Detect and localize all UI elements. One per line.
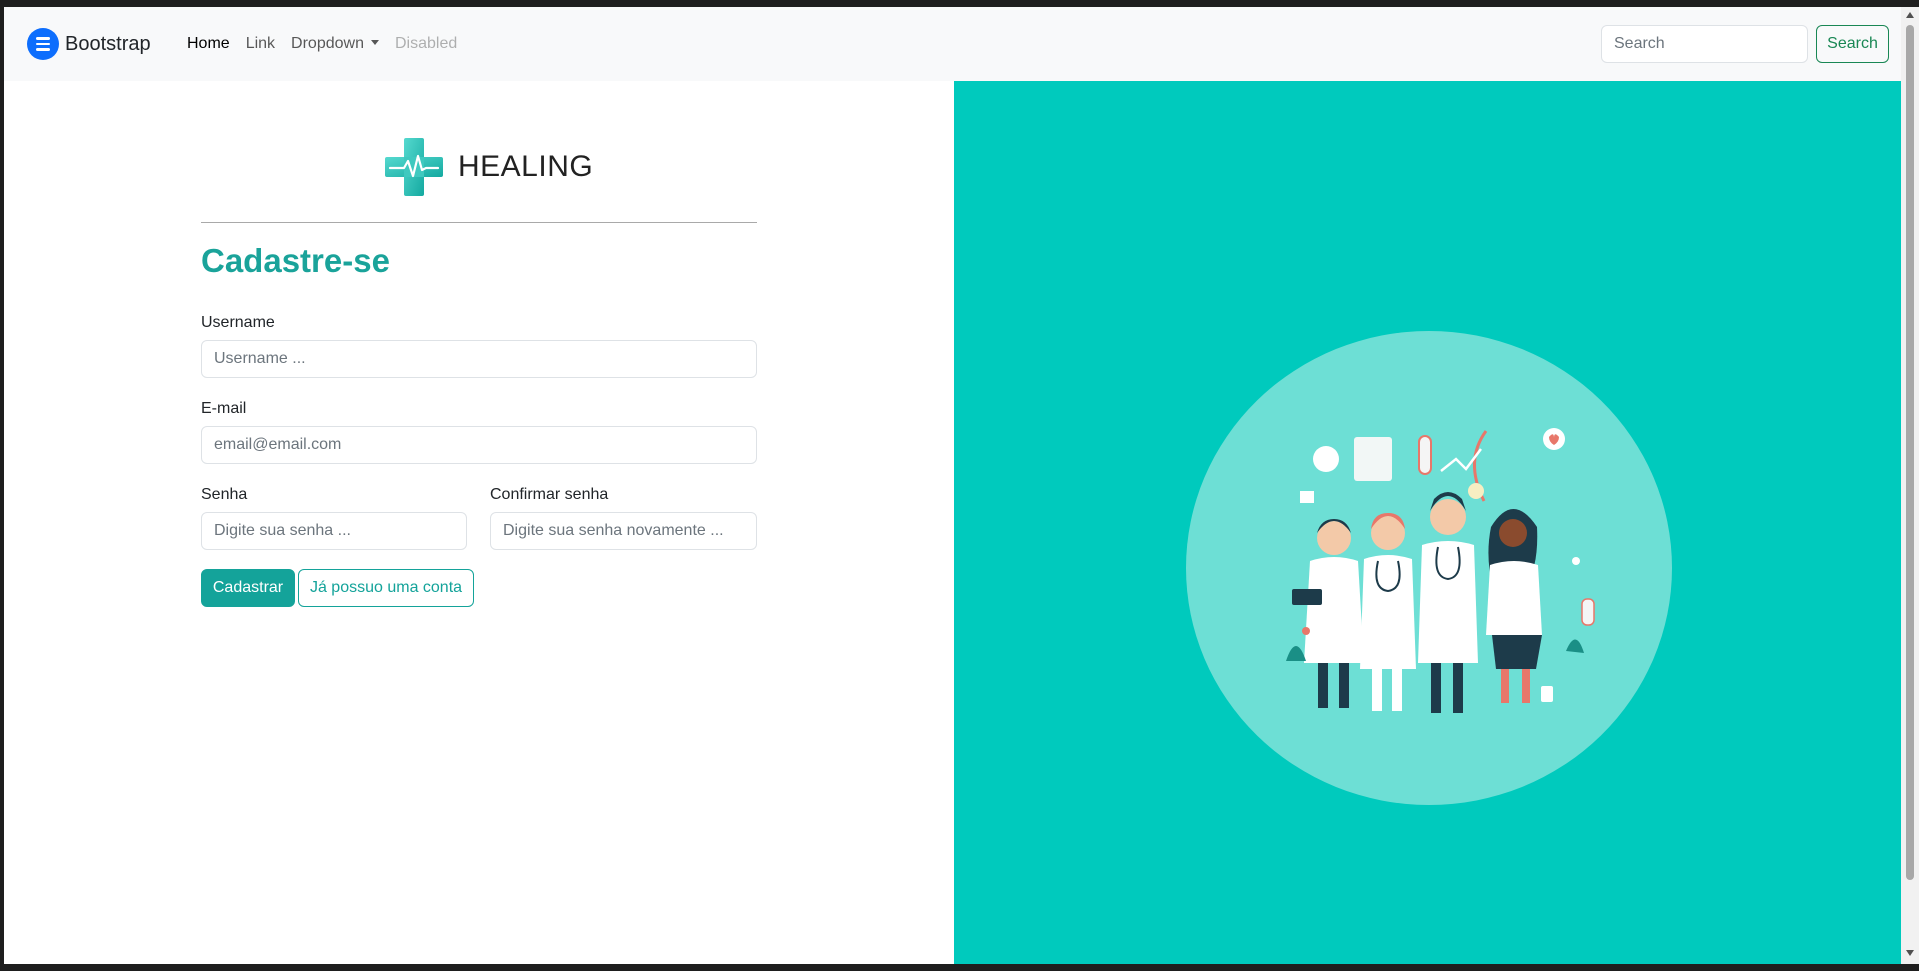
scroll-thumb[interactable] (1906, 25, 1914, 880)
logo-text: HEALING (458, 150, 594, 183)
vertical-scrollbar[interactable] (1901, 7, 1919, 964)
password-input[interactable] (201, 512, 467, 550)
username-input[interactable] (201, 340, 757, 378)
navbar-brand[interactable]: Bootstrap (27, 28, 151, 60)
email-input[interactable] (201, 426, 757, 464)
nav-dropdown-label: Dropdown (291, 35, 364, 52)
caret-down-icon (370, 40, 379, 45)
brand-text: Bootstrap (65, 32, 151, 55)
nav-link-home[interactable]: Home (187, 35, 230, 53)
nav-links: Home Link Dropdown Disabled (187, 7, 473, 81)
confirm-password-input[interactable] (490, 512, 757, 550)
username-label: Username (201, 314, 275, 331)
scroll-down-icon[interactable] (1906, 950, 1914, 956)
page-title: Cadastre-se (201, 242, 390, 279)
nav-link-disabled: Disabled (394, 35, 458, 52)
email-label: E-mail (201, 400, 247, 417)
doctors-illustration-icon (1286, 428, 1595, 713)
search-input[interactable] (1601, 25, 1808, 63)
illustration-panel (954, 81, 1901, 964)
bootstrap-logo-icon (27, 28, 59, 60)
nav-link-link[interactable]: Link (246, 35, 275, 53)
navbar: Bootstrap Home Link Dropdown Disabled Se… (4, 7, 1901, 81)
divider (201, 222, 757, 223)
browser-window: Bootstrap Home Link Dropdown Disabled Se… (4, 7, 1901, 964)
healing-logo: HEALING (384, 137, 593, 197)
confirm-password-label: Confirmar senha (490, 486, 609, 503)
have-account-button[interactable]: Já possuo uma conta (298, 569, 474, 607)
illustration-circle (1186, 331, 1672, 805)
scroll-up-icon[interactable] (1906, 12, 1914, 18)
nav-dropdown[interactable]: Dropdown (291, 35, 379, 53)
register-button[interactable]: Cadastrar (201, 569, 295, 607)
search-button[interactable]: Search (1816, 25, 1889, 63)
signup-form-area: HEALING Cadastre-se Username E-mail Senh… (4, 81, 954, 964)
medical-cross-icon (385, 138, 443, 196)
password-label: Senha (201, 486, 248, 503)
